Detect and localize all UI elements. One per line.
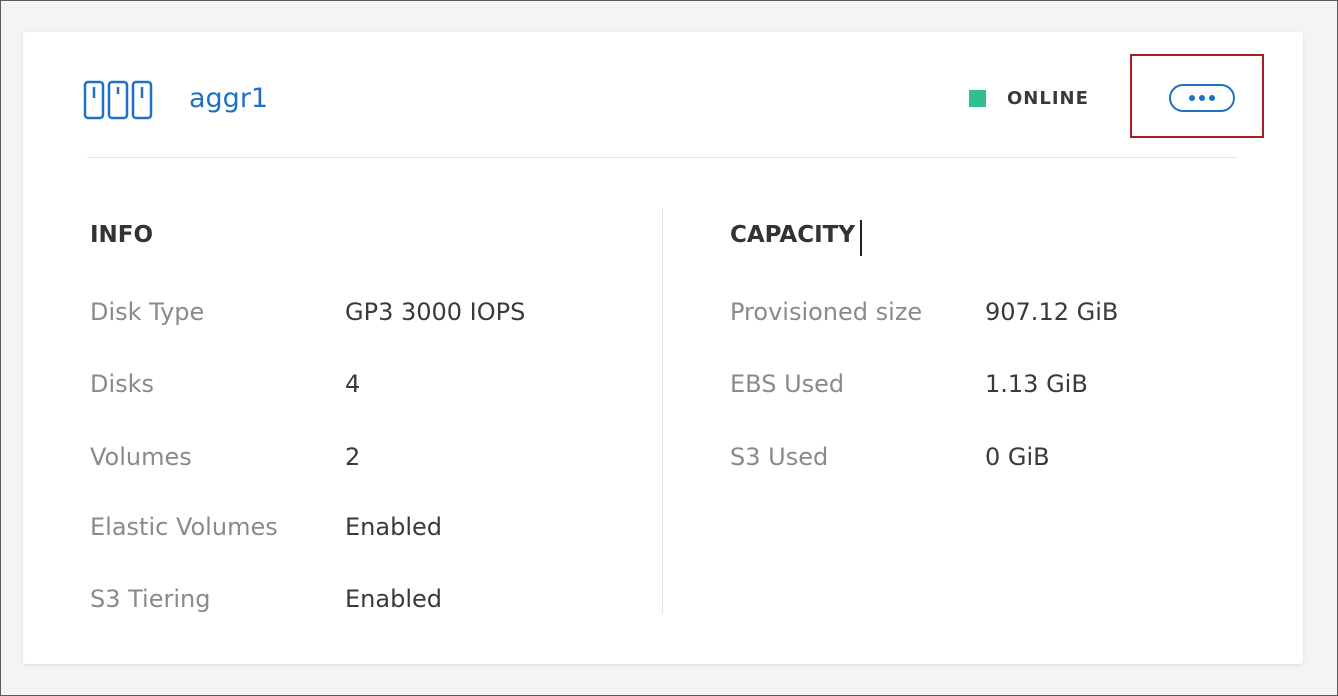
info-label-elastic-volumes: Elastic Volumes (90, 513, 278, 541)
info-label-s3-tiering: S3 Tiering (90, 585, 211, 613)
capacity-value-provisioned-size: 907.12 GiB (985, 298, 1119, 326)
capacity-value-ebs-used: 1.13 GiB (985, 370, 1088, 398)
status-label: ONLINE (1007, 87, 1089, 109)
info-value-volumes: 2 (345, 443, 361, 471)
info-value-elastic-volumes: Enabled (345, 513, 442, 541)
more-dot (1209, 95, 1215, 101)
status-indicator: ONLINE (969, 84, 1089, 112)
header-divider (87, 157, 1237, 158)
info-value-disk-type: GP3 3000 IOPS (345, 298, 526, 326)
info-label-volumes: Volumes (90, 443, 192, 471)
card-header: aggr1 ONLINE (23, 32, 1303, 158)
aggregate-disks-icon (83, 80, 153, 120)
capacity-section-title: CAPACITY (730, 222, 856, 248)
info-value-disks: 4 (345, 370, 361, 398)
aggregate-name[interactable]: aggr1 (189, 82, 268, 116)
more-dot (1199, 95, 1205, 101)
capacity-label-s3-used: S3 Used (730, 443, 829, 471)
more-actions-button[interactable] (1169, 84, 1235, 112)
capacity-label-provisioned-size: Provisioned size (730, 298, 923, 326)
column-divider (662, 208, 663, 614)
text-cursor (860, 220, 862, 256)
status-square-icon (969, 89, 986, 107)
info-section-title: INFO (90, 222, 154, 248)
more-horizontal-icon (1189, 95, 1195, 101)
info-value-s3-tiering: Enabled (345, 585, 442, 613)
info-label-disk-type: Disk Type (90, 298, 205, 326)
capacity-label-ebs-used: EBS Used (730, 370, 845, 398)
info-label-disks: Disks (90, 370, 155, 398)
aggregate-card: aggr1 ONLINE INFO Disk Type GP3 3000 IOP… (23, 32, 1303, 664)
capacity-value-s3-used: 0 GiB (985, 443, 1050, 471)
